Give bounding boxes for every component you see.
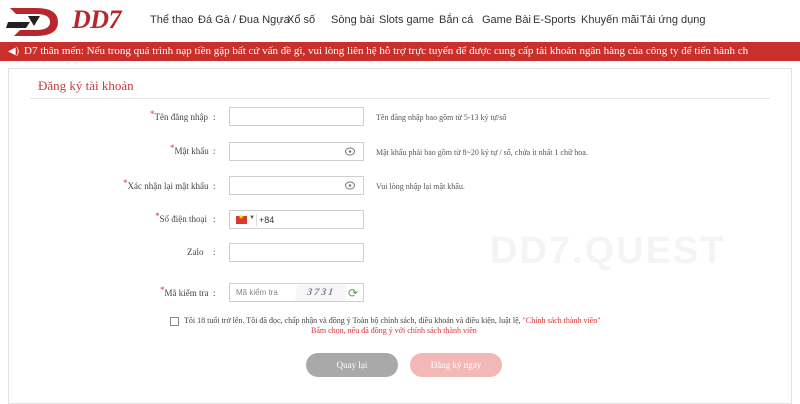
announcement-bar: ◀) D7 thân mến: Nếu trong quá trình nạp … <box>0 42 800 61</box>
username-input[interactable] <box>229 107 364 126</box>
confirm-password-label: *Xác nhận lại mật khẩu <box>123 178 209 191</box>
phone-value: +84 <box>259 215 275 225</box>
confirm-password-input[interactable] <box>229 176 364 195</box>
agree-warning: Bấm chọn, nếu đã đồng ý với chính sách t… <box>311 326 477 335</box>
nav-item-sports[interactable]: Thể thao <box>150 14 193 26</box>
speaker-icon: ◀) <box>8 46 20 57</box>
nav-item-casino[interactable]: Sòng bài <box>331 14 374 26</box>
zalo-input[interactable] <box>229 243 364 262</box>
brand-logo[interactable]: DD7 <box>6 2 130 40</box>
phone-label: *Số điện thoại <box>155 211 207 224</box>
nav-item-lottery[interactable]: Xổ số <box>287 14 315 26</box>
agree-text: Tôi 18 tuổi trở lên. Tôi đã đọc, chấp nh… <box>184 316 601 325</box>
announcement-text: D7 thân mến: Nếu trong quá trình nạp tiề… <box>24 45 749 57</box>
username-label: *Tên đăng nhập <box>150 109 208 122</box>
watermark: DD7.QUEST <box>490 230 726 272</box>
nav-item-cockfight[interactable]: Đá Gà / Đua Ngựa <box>198 14 290 26</box>
nav-item-slots[interactable]: Slots game <box>379 14 434 26</box>
title-divider <box>30 98 770 99</box>
nav-item-download-app[interactable]: Tải ứng dụng <box>640 14 705 26</box>
password-hint: Mật khẩu phải bao gồm từ 8~20 ký tự / số… <box>376 148 588 157</box>
page-title: Đăng ký tài khoản <box>38 78 134 93</box>
zalo-label: Zalo <box>187 247 204 257</box>
nav-item-card-games[interactable]: Game Bài <box>482 14 531 26</box>
nav-item-esports[interactable]: E-Sports <box>533 14 576 26</box>
chevron-down-icon[interactable]: ▼ <box>249 215 255 221</box>
captcha-placeholder: Mã kiểm tra <box>236 288 278 297</box>
confirm-password-hint: Vui lòng nhập lại mật khẩu. <box>376 182 465 191</box>
eye-icon[interactable] <box>345 147 355 156</box>
register-button[interactable]: Đăng ký ngay <box>410 353 502 377</box>
captcha-image: 3731 <box>294 285 348 301</box>
captcha-input[interactable]: Mã kiểm tra 3731 ⟳ <box>229 283 364 302</box>
agree-checkbox[interactable] <box>170 317 179 326</box>
eye-icon[interactable] <box>345 181 355 190</box>
password-label: *Mật khẩu <box>170 143 209 156</box>
captcha-label: *Mã kiểm tra <box>160 285 209 298</box>
password-input[interactable] <box>229 142 364 161</box>
member-policy-link[interactable]: "Chính sách thành viên" <box>523 316 601 325</box>
back-button[interactable]: Quay lại <box>306 353 398 377</box>
refresh-icon[interactable]: ⟳ <box>348 286 358 300</box>
brand-name: DD7 <box>72 5 122 34</box>
logo-mark-icon <box>6 8 58 36</box>
nav-item-fishing[interactable]: Bắn cá <box>439 14 473 26</box>
nav-item-promotions[interactable]: Khuyến mãi <box>581 14 639 26</box>
vietnam-flag-icon[interactable] <box>236 213 247 224</box>
header: DD7 Thể thao Đá Gà / Đua Ngựa Xổ số Sòng… <box>0 0 800 42</box>
username-hint: Tên đăng nhập bao gồm từ 5-13 ký tự/số <box>376 113 507 122</box>
phone-input[interactable]: ▼ +84 <box>229 210 364 229</box>
